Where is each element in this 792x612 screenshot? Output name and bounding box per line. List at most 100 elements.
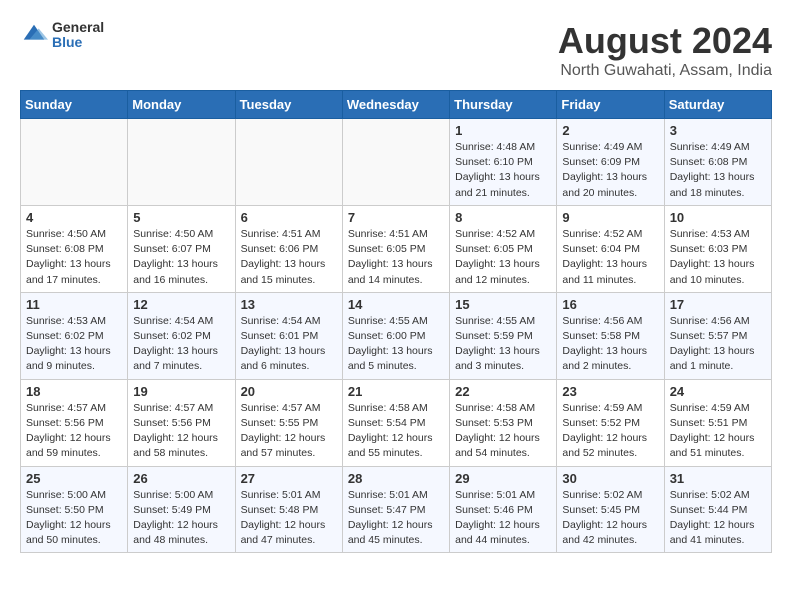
day-number: 7 [348,210,444,225]
day-number: 24 [670,384,766,399]
calendar-week-row: 4 Sunrise: 4:50 AM Sunset: 6:08 PM Daylig… [21,205,772,292]
calendar-cell: 18Sunrise: 4:57 AM Sunset: 5:56 PM Dayli… [21,379,128,466]
day-info: Sunrise: 5:00 AM Sunset: 5:49 PM Dayligh… [133,488,229,549]
day-number: 19 [133,384,229,399]
day-number: 26 [133,471,229,486]
day-number: 1 [455,123,551,138]
calendar-cell: 2 Sunrise: 4:49 AM Sunset: 6:09 PM Daylig… [557,119,664,206]
day-info: Sunrise: 4:53 AM Sunset: 6:03 PM Dayligh… [670,227,766,288]
calendar-week-row: 25 Sunrise: 5:00 AM Sunset: 5:50 PM Dayli… [21,466,772,553]
header-day: Sunday [21,91,128,119]
day-number: 20 [241,384,337,399]
calendar-cell [21,119,128,206]
day-info: Sunrise: 4:59 AM Sunset: 5:51 PM Dayligh… [670,401,766,462]
day-info: Sunrise: 4:52 AM Sunset: 6:05 PM Dayligh… [455,227,551,288]
day-info: Sunrise: 5:00 AM Sunset: 5:50 PM Dayligh… [26,488,122,549]
calendar-cell: 14 Sunrise: 4:55 AM Sunset: 6:00 PM Dayli… [342,292,449,379]
location-title: North Guwahati, Assam, India [558,62,772,80]
day-number: 2 [562,123,658,138]
calendar-cell: 7 Sunrise: 4:51 AM Sunset: 6:05 PM Daylig… [342,205,449,292]
calendar-cell: 1 Sunrise: 4:48 AM Sunset: 6:10 PM Daylig… [450,119,557,206]
calendar-table: SundayMondayTuesdayWednesdayThursdayFrid… [20,90,772,553]
calendar-cell: 25 Sunrise: 5:00 AM Sunset: 5:50 PM Dayli… [21,466,128,553]
calendar-cell: 22 Sunrise: 4:58 AM Sunset: 5:53 PM Dayli… [450,379,557,466]
calendar-week-row: 11Sunrise: 4:53 AM Sunset: 6:02 PM Dayli… [21,292,772,379]
calendar-cell: 31Sunrise: 5:02 AM Sunset: 5:44 PM Dayli… [664,466,771,553]
day-number: 22 [455,384,551,399]
calendar-cell: 4 Sunrise: 4:50 AM Sunset: 6:08 PM Daylig… [21,205,128,292]
day-number: 30 [562,471,658,486]
day-number: 25 [26,471,122,486]
day-info: Sunrise: 4:57 AM Sunset: 5:55 PM Dayligh… [241,401,337,462]
logo-general: General [52,20,104,35]
calendar-cell: 21 Sunrise: 4:58 AM Sunset: 5:54 PM Dayli… [342,379,449,466]
day-number: 14 [348,297,444,312]
day-number: 15 [455,297,551,312]
day-info: Sunrise: 4:58 AM Sunset: 5:54 PM Dayligh… [348,401,444,462]
title-area: August 2024 North Guwahati, Assam, India [558,20,772,80]
header-day: Wednesday [342,91,449,119]
calendar-cell [128,119,235,206]
day-info: Sunrise: 4:51 AM Sunset: 6:05 PM Dayligh… [348,227,444,288]
day-number: 13 [241,297,337,312]
header-day: Thursday [450,91,557,119]
calendar-cell: 11Sunrise: 4:53 AM Sunset: 6:02 PM Dayli… [21,292,128,379]
logo: General Blue [20,20,104,51]
calendar-cell: 23 Sunrise: 4:59 AM Sunset: 5:52 PM Dayli… [557,379,664,466]
header-row: SundayMondayTuesdayWednesdayThursdayFrid… [21,91,772,119]
day-info: Sunrise: 4:56 AM Sunset: 5:58 PM Dayligh… [562,314,658,375]
calendar-cell: 19 Sunrise: 4:57 AM Sunset: 5:56 PM Dayli… [128,379,235,466]
day-info: Sunrise: 4:58 AM Sunset: 5:53 PM Dayligh… [455,401,551,462]
day-info: Sunrise: 5:01 AM Sunset: 5:48 PM Dayligh… [241,488,337,549]
day-number: 17 [670,297,766,312]
logo-text: General Blue [52,20,104,51]
day-number: 27 [241,471,337,486]
calendar-cell: 24 Sunrise: 4:59 AM Sunset: 5:51 PM Dayli… [664,379,771,466]
calendar-cell: 20 Sunrise: 4:57 AM Sunset: 5:55 PM Dayli… [235,379,342,466]
calendar-week-row: 1 Sunrise: 4:48 AM Sunset: 6:10 PM Daylig… [21,119,772,206]
calendar-cell: 6 Sunrise: 4:51 AM Sunset: 6:06 PM Daylig… [235,205,342,292]
day-info: Sunrise: 4:54 AM Sunset: 6:02 PM Dayligh… [133,314,229,375]
page-header: General Blue August 2024 North Guwahati,… [20,20,772,80]
calendar-cell: 12 Sunrise: 4:54 AM Sunset: 6:02 PM Dayli… [128,292,235,379]
calendar-cell: 26 Sunrise: 5:00 AM Sunset: 5:49 PM Dayli… [128,466,235,553]
calendar-cell: 30Sunrise: 5:02 AM Sunset: 5:45 PM Dayli… [557,466,664,553]
day-number: 12 [133,297,229,312]
day-info: Sunrise: 4:49 AM Sunset: 6:09 PM Dayligh… [562,140,658,201]
calendar-cell: 9Sunrise: 4:52 AM Sunset: 6:04 PM Daylig… [557,205,664,292]
day-info: Sunrise: 4:50 AM Sunset: 6:08 PM Dayligh… [26,227,122,288]
calendar-cell: 16 Sunrise: 4:56 AM Sunset: 5:58 PM Dayli… [557,292,664,379]
calendar-cell: 28Sunrise: 5:01 AM Sunset: 5:47 PM Dayli… [342,466,449,553]
day-number: 29 [455,471,551,486]
day-info: Sunrise: 4:53 AM Sunset: 6:02 PM Dayligh… [26,314,122,375]
day-number: 21 [348,384,444,399]
day-info: Sunrise: 4:51 AM Sunset: 6:06 PM Dayligh… [241,227,337,288]
day-info: Sunrise: 4:59 AM Sunset: 5:52 PM Dayligh… [562,401,658,462]
day-number: 3 [670,123,766,138]
day-number: 5 [133,210,229,225]
day-number: 23 [562,384,658,399]
day-info: Sunrise: 4:56 AM Sunset: 5:57 PM Dayligh… [670,314,766,375]
calendar-cell: 10 Sunrise: 4:53 AM Sunset: 6:03 PM Dayli… [664,205,771,292]
day-info: Sunrise: 4:55 AM Sunset: 6:00 PM Dayligh… [348,314,444,375]
header-day: Friday [557,91,664,119]
day-number: 31 [670,471,766,486]
day-number: 6 [241,210,337,225]
calendar-cell: 3Sunrise: 4:49 AM Sunset: 6:08 PM Daylig… [664,119,771,206]
day-number: 16 [562,297,658,312]
day-info: Sunrise: 4:57 AM Sunset: 5:56 PM Dayligh… [133,401,229,462]
day-info: Sunrise: 5:01 AM Sunset: 5:46 PM Dayligh… [455,488,551,549]
calendar-cell: 29 Sunrise: 5:01 AM Sunset: 5:46 PM Dayli… [450,466,557,553]
calendar-cell: 5Sunrise: 4:50 AM Sunset: 6:07 PM Daylig… [128,205,235,292]
calendar-header: SundayMondayTuesdayWednesdayThursdayFrid… [21,91,772,119]
day-info: Sunrise: 4:55 AM Sunset: 5:59 PM Dayligh… [455,314,551,375]
day-number: 18 [26,384,122,399]
day-number: 4 [26,210,122,225]
day-number: 10 [670,210,766,225]
day-number: 28 [348,471,444,486]
day-info: Sunrise: 4:54 AM Sunset: 6:01 PM Dayligh… [241,314,337,375]
calendar-week-row: 18 Sunrise: 4:57 AM Sunset: 5:56 PM Dayli… [21,379,772,466]
day-info: Sunrise: 4:48 AM Sunset: 6:10 PM Dayligh… [455,140,551,201]
calendar-cell: 17 Sunrise: 4:56 AM Sunset: 5:57 PM Dayli… [664,292,771,379]
calendar-body: 1 Sunrise: 4:48 AM Sunset: 6:10 PM Daylig… [21,119,772,553]
